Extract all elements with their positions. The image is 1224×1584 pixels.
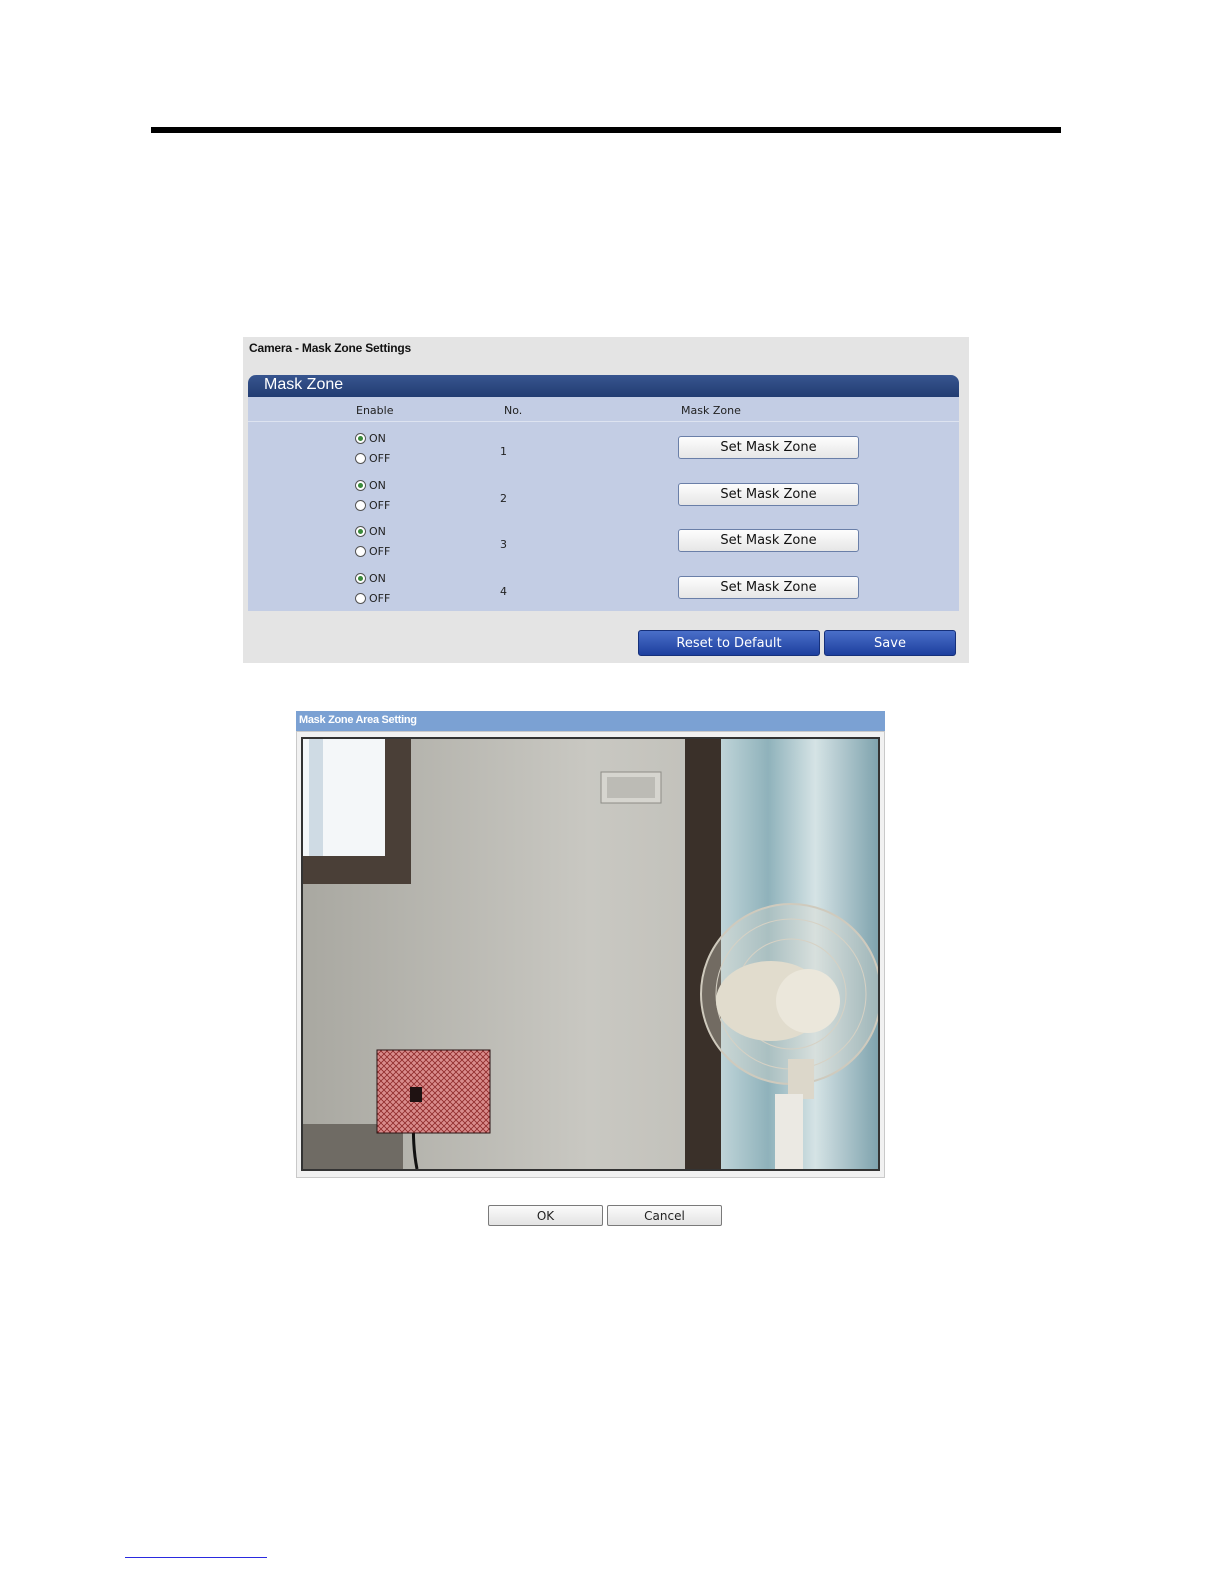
- table-row: ON OFF 4 Set Mask Zone: [248, 570, 959, 616]
- radio-button-off[interactable]: [355, 499, 366, 511]
- footer-line: [125, 1557, 267, 1558]
- section-header: Mask Zone: [248, 375, 959, 397]
- radio-button-off[interactable]: [355, 592, 366, 604]
- column-header-no: No.: [504, 404, 523, 417]
- set-mask-zone-button[interactable]: Set Mask Zone: [678, 529, 859, 552]
- radio-label-on: ON: [369, 524, 386, 538]
- radio-label-on: ON: [369, 478, 386, 492]
- save-button[interactable]: Save: [824, 630, 956, 656]
- page-title: Camera - Mask Zone Settings: [249, 341, 411, 355]
- column-header-mask-zone: Mask Zone: [681, 404, 741, 417]
- radio-button-off[interactable]: [355, 452, 366, 464]
- mask-zone-area-window: Mask Zone Area Setting: [296, 711, 885, 1178]
- radio-on-option[interactable]: ON: [355, 523, 386, 539]
- mask-zone-rectangle[interactable]: [376, 1049, 491, 1134]
- radio-label-off: OFF: [369, 451, 391, 465]
- radio-button-on[interactable]: [355, 432, 366, 444]
- radio-on-option[interactable]: ON: [355, 477, 386, 493]
- power-outlet: [410, 1087, 422, 1102]
- radio-label-off: OFF: [369, 544, 391, 558]
- set-mask-zone-button[interactable]: Set Mask Zone: [678, 483, 859, 506]
- header-divider: [248, 421, 959, 422]
- table-row: ON OFF 2 Set Mask Zone: [248, 477, 959, 523]
- radio-off-option[interactable]: OFF: [355, 543, 390, 559]
- mask-zone-table: Enable No. Mask Zone ON OFF 1 Set Mask Z…: [248, 397, 959, 611]
- radio-on-option[interactable]: ON: [355, 570, 386, 586]
- radio-off-option[interactable]: OFF: [355, 590, 390, 606]
- radio-on-option[interactable]: ON: [355, 430, 386, 446]
- radio-button-on[interactable]: [355, 572, 366, 584]
- cancel-button[interactable]: Cancel: [607, 1205, 722, 1226]
- reset-to-default-button[interactable]: Reset to Default: [638, 630, 820, 656]
- radio-button-off[interactable]: [355, 545, 366, 557]
- top-rule: [151, 127, 1061, 133]
- area-window-titlebar: Mask Zone Area Setting: [296, 711, 885, 731]
- camera-preview[interactable]: [301, 737, 880, 1171]
- mask-zone-settings-panel: Camera - Mask Zone Settings Mask Zone En…: [243, 337, 969, 663]
- radio-label-on: ON: [369, 431, 386, 445]
- row-number: 3: [500, 538, 507, 551]
- camera-view-frame: [296, 731, 885, 1178]
- set-mask-zone-button[interactable]: Set Mask Zone: [678, 436, 859, 459]
- radio-label-off: OFF: [369, 498, 391, 512]
- radio-label-on: ON: [369, 571, 386, 585]
- row-number: 1: [500, 445, 507, 458]
- section-title: Mask Zone: [264, 376, 344, 393]
- radio-off-option[interactable]: OFF: [355, 497, 390, 513]
- light-switch-plate: [607, 777, 655, 798]
- table-row: ON OFF 1 Set Mask Zone: [248, 430, 959, 476]
- radio-off-option[interactable]: OFF: [355, 450, 390, 466]
- set-mask-zone-button[interactable]: Set Mask Zone: [678, 576, 859, 599]
- radio-label-off: OFF: [369, 591, 391, 605]
- column-header-enable: Enable: [356, 404, 394, 417]
- window-curtain-edge: [309, 739, 323, 856]
- area-window-title: Mask Zone Area Setting: [299, 714, 417, 726]
- radio-button-on[interactable]: [355, 479, 366, 491]
- ok-button[interactable]: OK: [488, 1205, 603, 1226]
- camera-preview-image: [303, 739, 878, 1169]
- radio-button-on[interactable]: [355, 525, 366, 537]
- table-row: ON OFF 3 Set Mask Zone: [248, 523, 959, 569]
- row-number: 2: [500, 492, 507, 505]
- row-number: 4: [500, 585, 507, 598]
